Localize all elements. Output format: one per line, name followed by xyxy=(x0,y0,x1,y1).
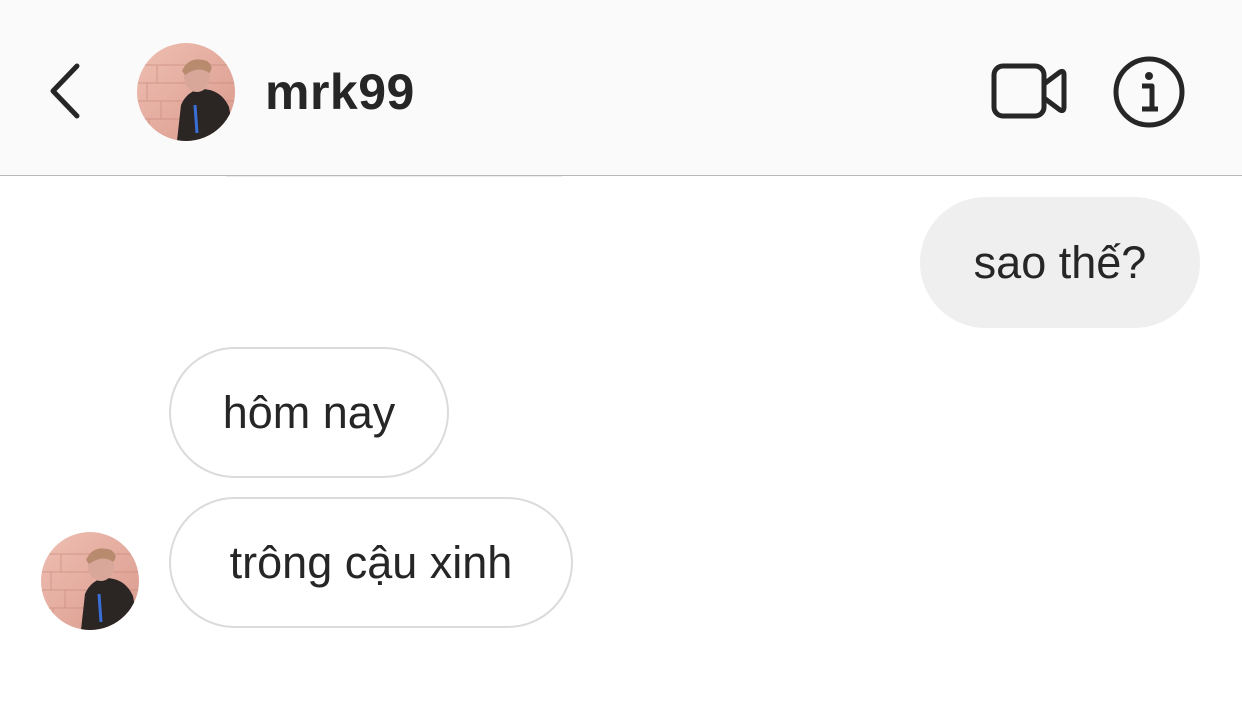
message-outgoing[interactable]: sao thế? xyxy=(920,197,1200,328)
message-incoming[interactable]: trông cậu xinh xyxy=(169,497,573,628)
video-camera-icon xyxy=(991,63,1067,119)
chevron-left-icon xyxy=(50,63,80,119)
info-circle-icon xyxy=(1113,56,1185,128)
divider xyxy=(226,176,562,177)
back-button[interactable] xyxy=(40,58,90,124)
info-button[interactable] xyxy=(1111,54,1187,130)
profile-photo xyxy=(41,532,139,630)
message-incoming[interactable]: hôm nay xyxy=(169,347,449,478)
message-text: hôm nay xyxy=(222,386,396,438)
message-text: trông cậu xinh xyxy=(229,536,513,588)
message-text: sao thế? xyxy=(973,236,1147,288)
chat-header: mrk99 xyxy=(0,0,1242,176)
video-call-button[interactable] xyxy=(990,60,1068,122)
sender-avatar[interactable] xyxy=(41,532,139,630)
chat-username[interactable]: mrk99 xyxy=(265,64,415,120)
profile-photo xyxy=(137,43,235,141)
avatar[interactable] xyxy=(137,43,235,141)
